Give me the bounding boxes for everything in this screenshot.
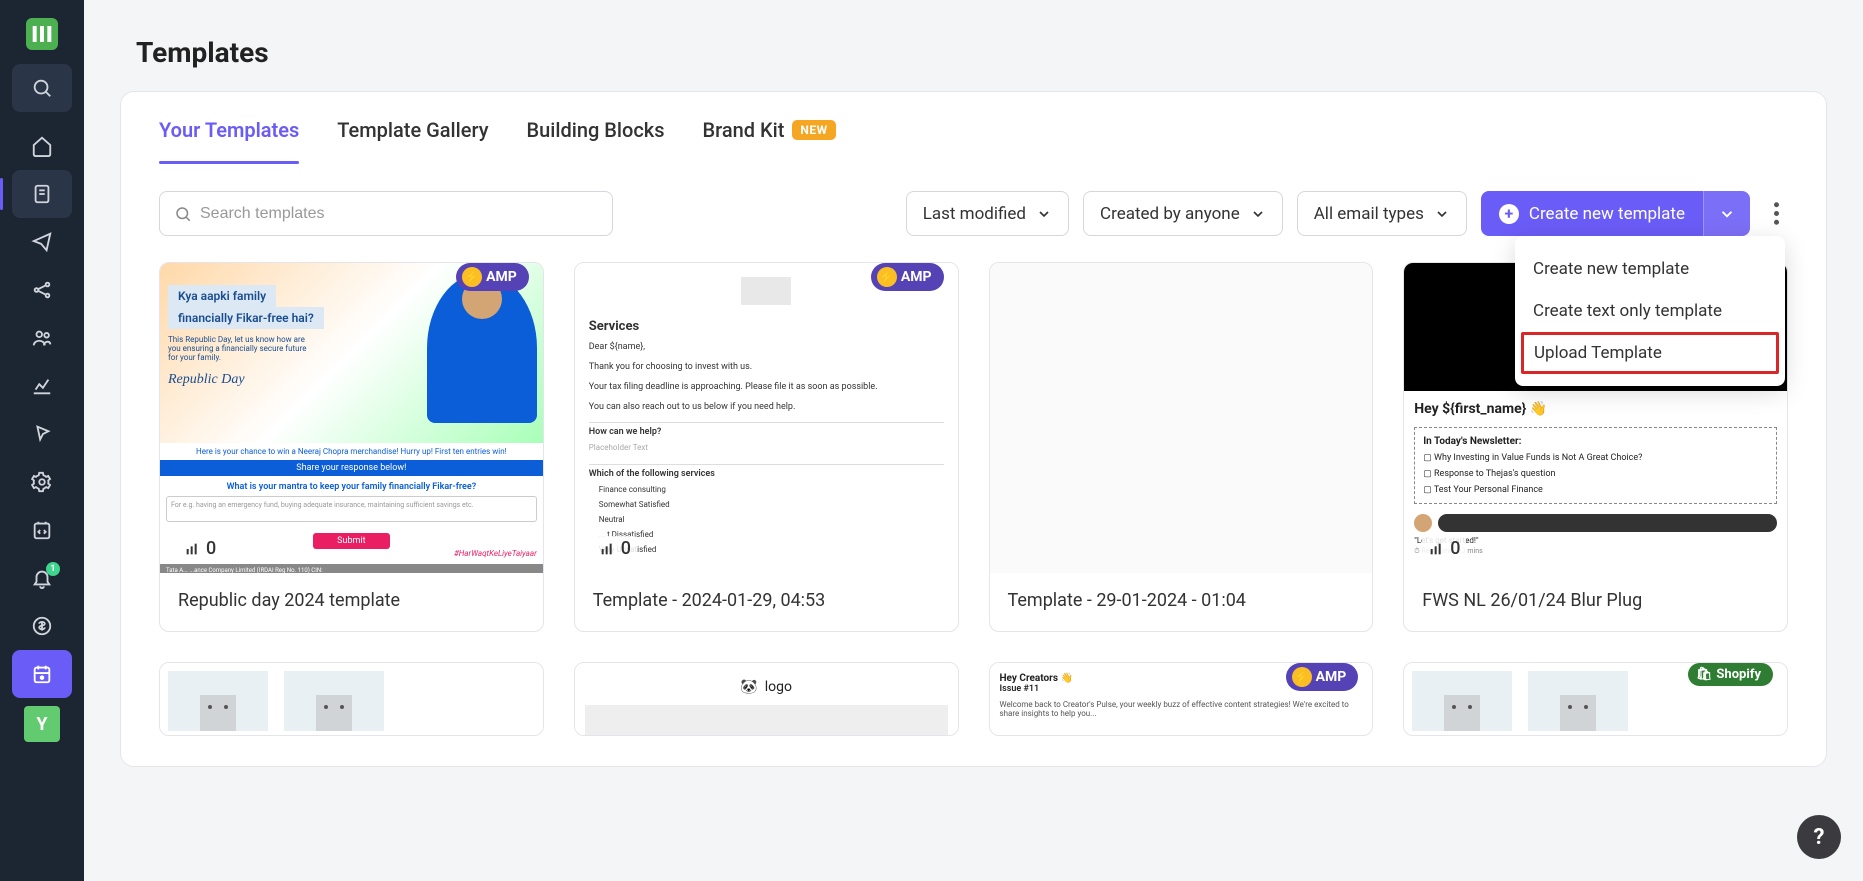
stat-badge: 0 (593, 536, 637, 561)
amp-badge: ⚡AMP (456, 263, 529, 291)
filter-type[interactable]: All email types (1297, 191, 1467, 236)
stat-badge: 0 (1422, 536, 1466, 561)
template-card[interactable]: Template - 29-01-2024 - 01:04 (989, 262, 1374, 632)
chevron-down-icon (1718, 205, 1736, 223)
filter-sort[interactable]: Last modified (906, 191, 1069, 236)
template-card[interactable]: 🐼 logo (574, 662, 959, 736)
org-badge[interactable]: Y (24, 706, 60, 742)
tab-your-templates[interactable]: Your Templates (159, 118, 299, 164)
template-card[interactable] (159, 662, 544, 736)
card-title: FWS NL 26/01/24 Blur Plug (1404, 573, 1787, 631)
create-dropdown: Create new template Create text only tem… (1515, 236, 1785, 386)
nav-billing[interactable] (12, 602, 72, 650)
tab-brand-kit[interactable]: Brand KitNEW (703, 118, 836, 164)
amp-badge: ⚡AMP (1286, 663, 1359, 691)
more-options[interactable] (1764, 201, 1788, 226)
search-input[interactable] (200, 205, 598, 223)
nav-pointer[interactable] (12, 410, 72, 458)
nav-campaigns[interactable] (12, 218, 72, 266)
sidebar: 1 Y (0, 0, 84, 881)
dropdown-text-only[interactable]: Create text only template (1515, 290, 1785, 332)
nav-templates[interactable] (12, 170, 72, 218)
template-card[interactable]: ⚡AMP Hey Creators 👋 Issue #11 Welcome ba… (989, 662, 1374, 736)
chevron-down-icon (1036, 206, 1052, 222)
search-icon (174, 205, 192, 223)
chevron-down-icon (1250, 206, 1266, 222)
shopify-badge: 🛍 Shopify (1688, 663, 1773, 686)
plus-icon: + (1499, 204, 1519, 224)
app-logo[interactable] (26, 18, 58, 50)
create-template-button[interactable]: + Create new template (1481, 191, 1750, 236)
chevron-down-icon (1434, 206, 1450, 222)
search-icon[interactable] (12, 64, 72, 112)
tab-template-gallery[interactable]: Template Gallery (337, 118, 488, 164)
nav-code[interactable] (12, 506, 72, 554)
card-title: Republic day 2024 template (160, 573, 543, 631)
filter-creator[interactable]: Created by anyone (1083, 191, 1283, 236)
nav-analytics[interactable] (12, 362, 72, 410)
nav-calendar[interactable] (12, 650, 72, 698)
tabs: Your Templates Template Gallery Building… (121, 92, 1826, 165)
help-button[interactable]: ? (1797, 815, 1841, 859)
main-content: Templates Your Templates Template Galler… (84, 0, 1863, 881)
stat-badge: 0 (178, 536, 222, 561)
page-title: Templates (84, 0, 1863, 77)
nav-notifications[interactable]: 1 (12, 554, 72, 602)
tab-building-blocks[interactable]: Building Blocks (527, 118, 665, 164)
template-card[interactable]: ⚡AMP Services Dear ${name}, Thank you fo… (574, 262, 959, 632)
template-card[interactable]: ⚡AMP Kya aapki family financially Fikar-… (159, 262, 544, 632)
nav-home[interactable] (12, 122, 72, 170)
create-dropdown-toggle[interactable] (1703, 191, 1750, 236)
template-card[interactable]: 🛍 Shopify (1403, 662, 1788, 736)
new-badge: NEW (792, 120, 835, 140)
card-title: Template - 2024-01-29, 04:53 (575, 573, 958, 631)
card-title: Template - 29-01-2024 - 01:04 (990, 573, 1373, 631)
search-input-wrapper[interactable] (159, 191, 613, 236)
nav-share[interactable] (12, 266, 72, 314)
nav-contacts[interactable] (12, 314, 72, 362)
dropdown-create-new[interactable]: Create new template (1515, 248, 1785, 290)
notification-badge: 1 (46, 562, 60, 576)
amp-badge: ⚡AMP (871, 263, 944, 291)
templates-panel: Your Templates Template Gallery Building… (120, 91, 1827, 767)
dropdown-upload[interactable]: Upload Template (1521, 332, 1779, 374)
nav-settings[interactable] (12, 458, 72, 506)
